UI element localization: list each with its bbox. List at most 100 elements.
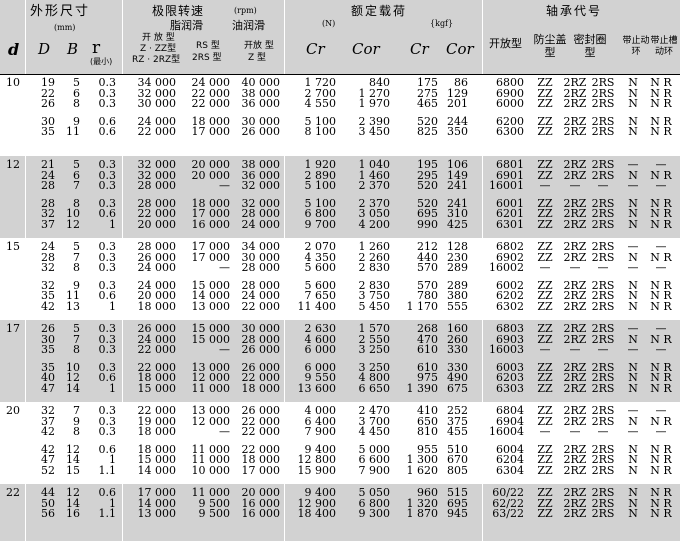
- cell-oil: 26 000 22 000 22 000: [241, 404, 281, 438]
- cell-seal2: 2RS 2RS 2RS: [591, 486, 615, 520]
- cell-r: 0.3 0.3 0.3: [98, 404, 117, 438]
- cell-crk: 610 975 1 390: [406, 360, 439, 395]
- cell-grease: 24 000 20 000 18 000: [137, 278, 177, 313]
- cell-cork: 86 129 201: [447, 76, 468, 110]
- cell-rs: 11 000 9 500 9 500: [191, 486, 231, 520]
- cell-crk: 410 650 810: [417, 404, 438, 438]
- cell-grease: 22 000 18 000 15 000: [137, 360, 177, 395]
- cell-grease: 17 000 14 000 13 000: [137, 486, 177, 520]
- cell-B: 7 9 8: [73, 404, 80, 438]
- header-sym-cr2: Cr: [410, 40, 429, 58]
- cell-seal: 2RZ 2RZ —: [563, 158, 587, 192]
- cell-cor: 2 830 3 750 5 450: [358, 278, 391, 313]
- cell-B: 5 7 8: [73, 240, 80, 274]
- cell-grease: 28 000 26 000 24 000: [137, 240, 177, 274]
- cell-r: 0.3 0.6 1: [98, 196, 117, 231]
- header-code-snap-groove: 带止槽动环: [650, 36, 678, 57]
- cell-cor: 2 370 3 050 4 200: [358, 196, 391, 231]
- cell-seal2: 2RS 2RS 2RS: [591, 76, 615, 110]
- header-speed-z-2z: Z · ZZ型: [140, 44, 177, 54]
- cell-seal2: 2RS 2RS —: [591, 404, 615, 438]
- cell-groove: N R N R N R: [650, 486, 672, 520]
- cell-seal: 2RZ 2RZ —: [563, 404, 587, 438]
- header-load: 额定载荷: [351, 4, 408, 18]
- cell-rs: 24 000 22 000 22 000: [191, 76, 231, 110]
- bore-diameter: 15: [6, 240, 20, 253]
- header-unit-mm: (mm): [54, 23, 76, 32]
- header-sym-r: r: [92, 38, 101, 58]
- cell-grease: 34 000 32 000 30 000: [137, 76, 177, 110]
- cell-rs: 13 000 12 000 —: [191, 404, 231, 438]
- cell-D: 44 50 56: [41, 486, 55, 520]
- cell-D: 19 22 26: [41, 76, 55, 110]
- cell-cork: 160 260 330: [447, 322, 468, 356]
- cell-cor: 2 390 3 450: [358, 114, 391, 138]
- cell-groove: N R N R N R: [650, 278, 672, 313]
- cell-rs: 15 000 15 000 —: [191, 322, 231, 356]
- header-code-open: 开放型: [489, 37, 522, 50]
- cell-cr: 5 100 8 100: [304, 114, 337, 138]
- cell-cor: 2 470 3 700 4 450: [358, 404, 391, 438]
- cell-cr: 9 400 12 900 18 400: [297, 486, 337, 520]
- cell-cork: 510 670 805: [447, 442, 468, 477]
- cell-rs: 17 000 17 000 —: [191, 240, 231, 274]
- cell-r: 0.6 1 1.1: [98, 486, 117, 520]
- cell-grease: 22 000 19 000 18 000: [137, 404, 177, 438]
- cell-B: 5 6 7: [73, 158, 80, 192]
- cell-oil: 40 000 38 000 36 000: [241, 76, 281, 110]
- cell-D: 21 24 28: [41, 158, 55, 192]
- cell-B: 5 6 8: [73, 76, 80, 110]
- header-sym-d: d: [8, 40, 20, 59]
- cell-seal: 2RZ 2RZ 2RZ: [563, 196, 587, 231]
- bearing-table: 外形尺寸 (mm) 极限转速 (rpm) 脂润滑 油润滑 开 放 型 Z · Z…: [0, 0, 680, 545]
- cell-rs: 18 000 17 000: [191, 114, 231, 138]
- header-rule: [0, 74, 680, 75]
- cell-stop: N N N: [628, 76, 638, 110]
- header-speed: 极限转速: [152, 4, 205, 18]
- cell-seal: 2RZ 2RZ 2RZ: [563, 486, 587, 520]
- cell-oil: 20 000 16 000 16 000: [241, 486, 281, 520]
- cell-cork: 244 350: [447, 114, 468, 138]
- header-speed-rz-2rz: RZ · 2RZ型: [132, 55, 181, 65]
- cell-cork: 241 310 425: [447, 196, 468, 231]
- cell-stop: N N: [628, 114, 638, 138]
- header-speed-grease: 脂润滑: [170, 19, 203, 32]
- cell-cr: 1 720 2 700 4 550: [304, 76, 337, 110]
- cell-code: 6803 6903 16003: [489, 322, 524, 356]
- cell-B: 5 7 8: [73, 322, 80, 356]
- cell-seal: 2RZ 2RZ 2RZ: [563, 76, 587, 110]
- cell-shield: ZZ ZZ ZZ: [537, 486, 553, 520]
- cell-groove: — N R —: [650, 322, 672, 356]
- header-unit-rpm: (rpm): [234, 6, 257, 15]
- cell-shield: ZZ ZZ —: [537, 404, 553, 438]
- cell-crk: 195 295 520: [417, 158, 438, 192]
- cell-oil: 30 000 26 000: [241, 114, 281, 138]
- cell-cork: 515 695 945: [447, 486, 468, 520]
- cell-cor: 840 1 270 1 970: [358, 76, 391, 110]
- cell-seal2: 2RS 2RS —: [591, 240, 615, 274]
- cell-code: 6200 6300: [496, 114, 524, 138]
- cell-groove: N R N R: [650, 114, 672, 138]
- header-sym-r-min: (最小): [90, 57, 113, 66]
- cell-r: 0.6 0.6: [98, 114, 117, 138]
- cell-B: 12 14 15: [66, 442, 80, 477]
- cell-shield: ZZ ZZ —: [537, 322, 553, 356]
- cell-crk: 175 275 465: [417, 76, 438, 110]
- header-code-shield: 防尘盖型: [533, 33, 567, 59]
- header-speed-open-oil: 开放 型: [244, 41, 274, 51]
- cell-seal: 2RZ 2RZ —: [563, 322, 587, 356]
- cell-code: 6804 6904 16004: [489, 404, 524, 438]
- bore-diameter: 20: [6, 404, 20, 417]
- cell-groove: N R N R N R: [650, 196, 672, 231]
- cell-crk: 955 1 300 1 620: [406, 442, 439, 477]
- bore-diameter: 22: [6, 486, 20, 499]
- cell-r: 0.3 0.3 0.3: [98, 158, 117, 192]
- header-code-snap-stop: 带止动环: [622, 36, 650, 57]
- bore-diameter: 12: [6, 158, 20, 171]
- cell-code: 6801 6901 16001: [489, 158, 524, 192]
- cell-crk: 520 825: [417, 114, 438, 138]
- cell-crk: 212 440 570: [417, 240, 438, 274]
- cell-cor: 5 000 6 600 7 900: [358, 442, 391, 477]
- cell-seal2: 2RS 2RS 2RS: [591, 442, 615, 477]
- cell-cor: 1 570 2 550 3 250: [358, 322, 391, 356]
